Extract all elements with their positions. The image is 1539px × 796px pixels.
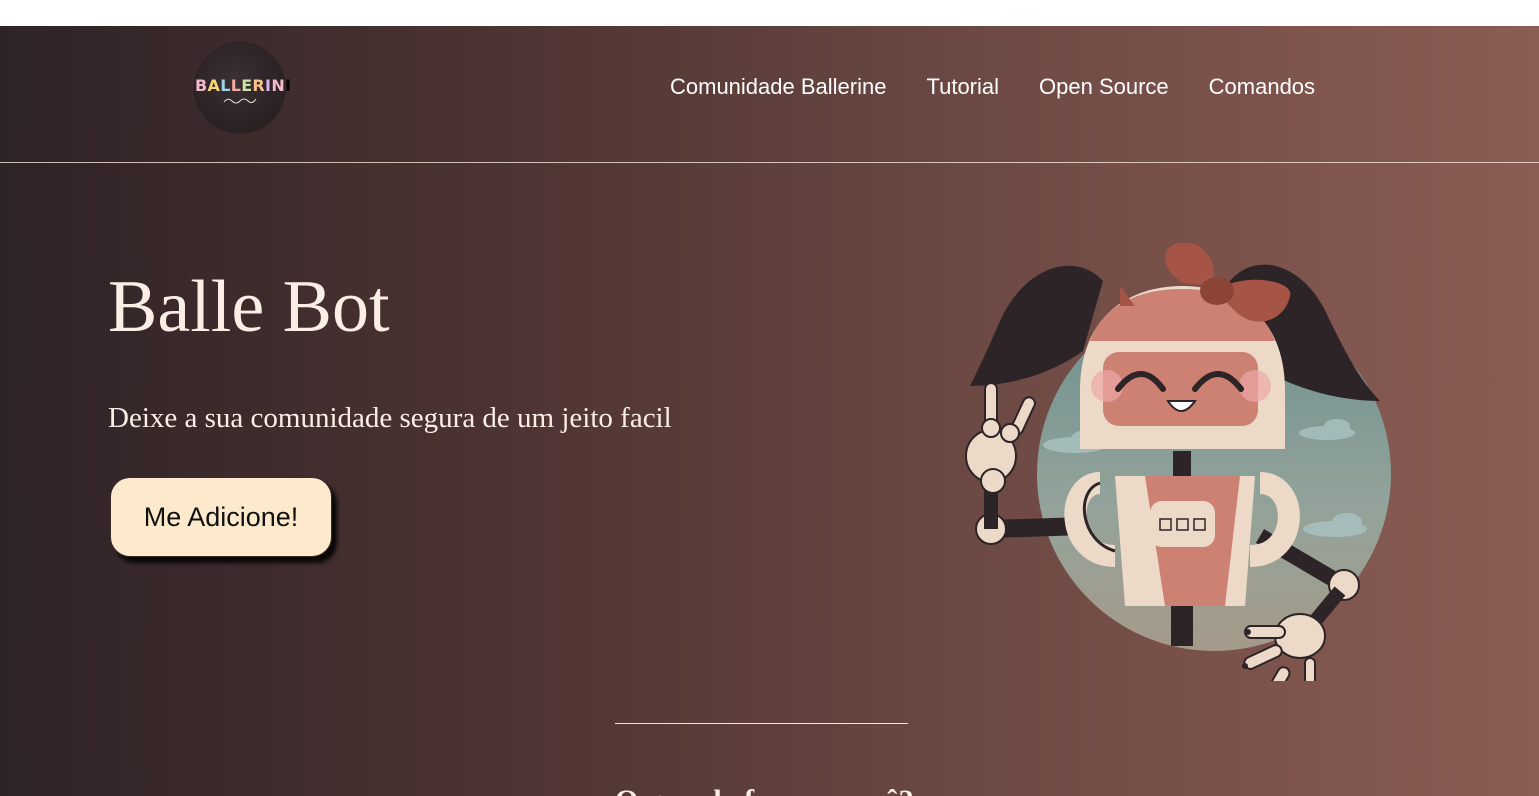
logo-link[interactable]: BALLERINI [195,43,292,133]
section-divider [615,723,908,724]
nav-link-tutorial[interactable]: Tutorial [926,74,999,100]
nav-link-open-source[interactable]: Open Source [1039,74,1169,100]
robot-mascot-illustration [965,242,1391,681]
hero-subtitle: Deixe a sua comunidade segura de um jeit… [108,402,672,434]
nav-link-comandos[interactable]: Comandos [1209,74,1315,100]
add-bot-button[interactable]: Me Adicione! [110,477,332,557]
site-header: BALLERINI Comunidade Ballerine Tutorial … [0,26,1539,163]
next-section-heading: O que ela faz por você? [615,784,914,796]
nav-link-comunidade[interactable]: Comunidade Ballerine [670,74,886,100]
page-body: BALLERINI Comunidade Ballerine Tutorial … [0,26,1539,796]
logo-squiggle-icon [223,98,257,104]
ballerini-logo: BALLERINI [195,76,292,95]
hero-title: Balle Bot [108,266,390,348]
main-nav: Comunidade Ballerine Tutorial Open Sourc… [670,74,1315,100]
